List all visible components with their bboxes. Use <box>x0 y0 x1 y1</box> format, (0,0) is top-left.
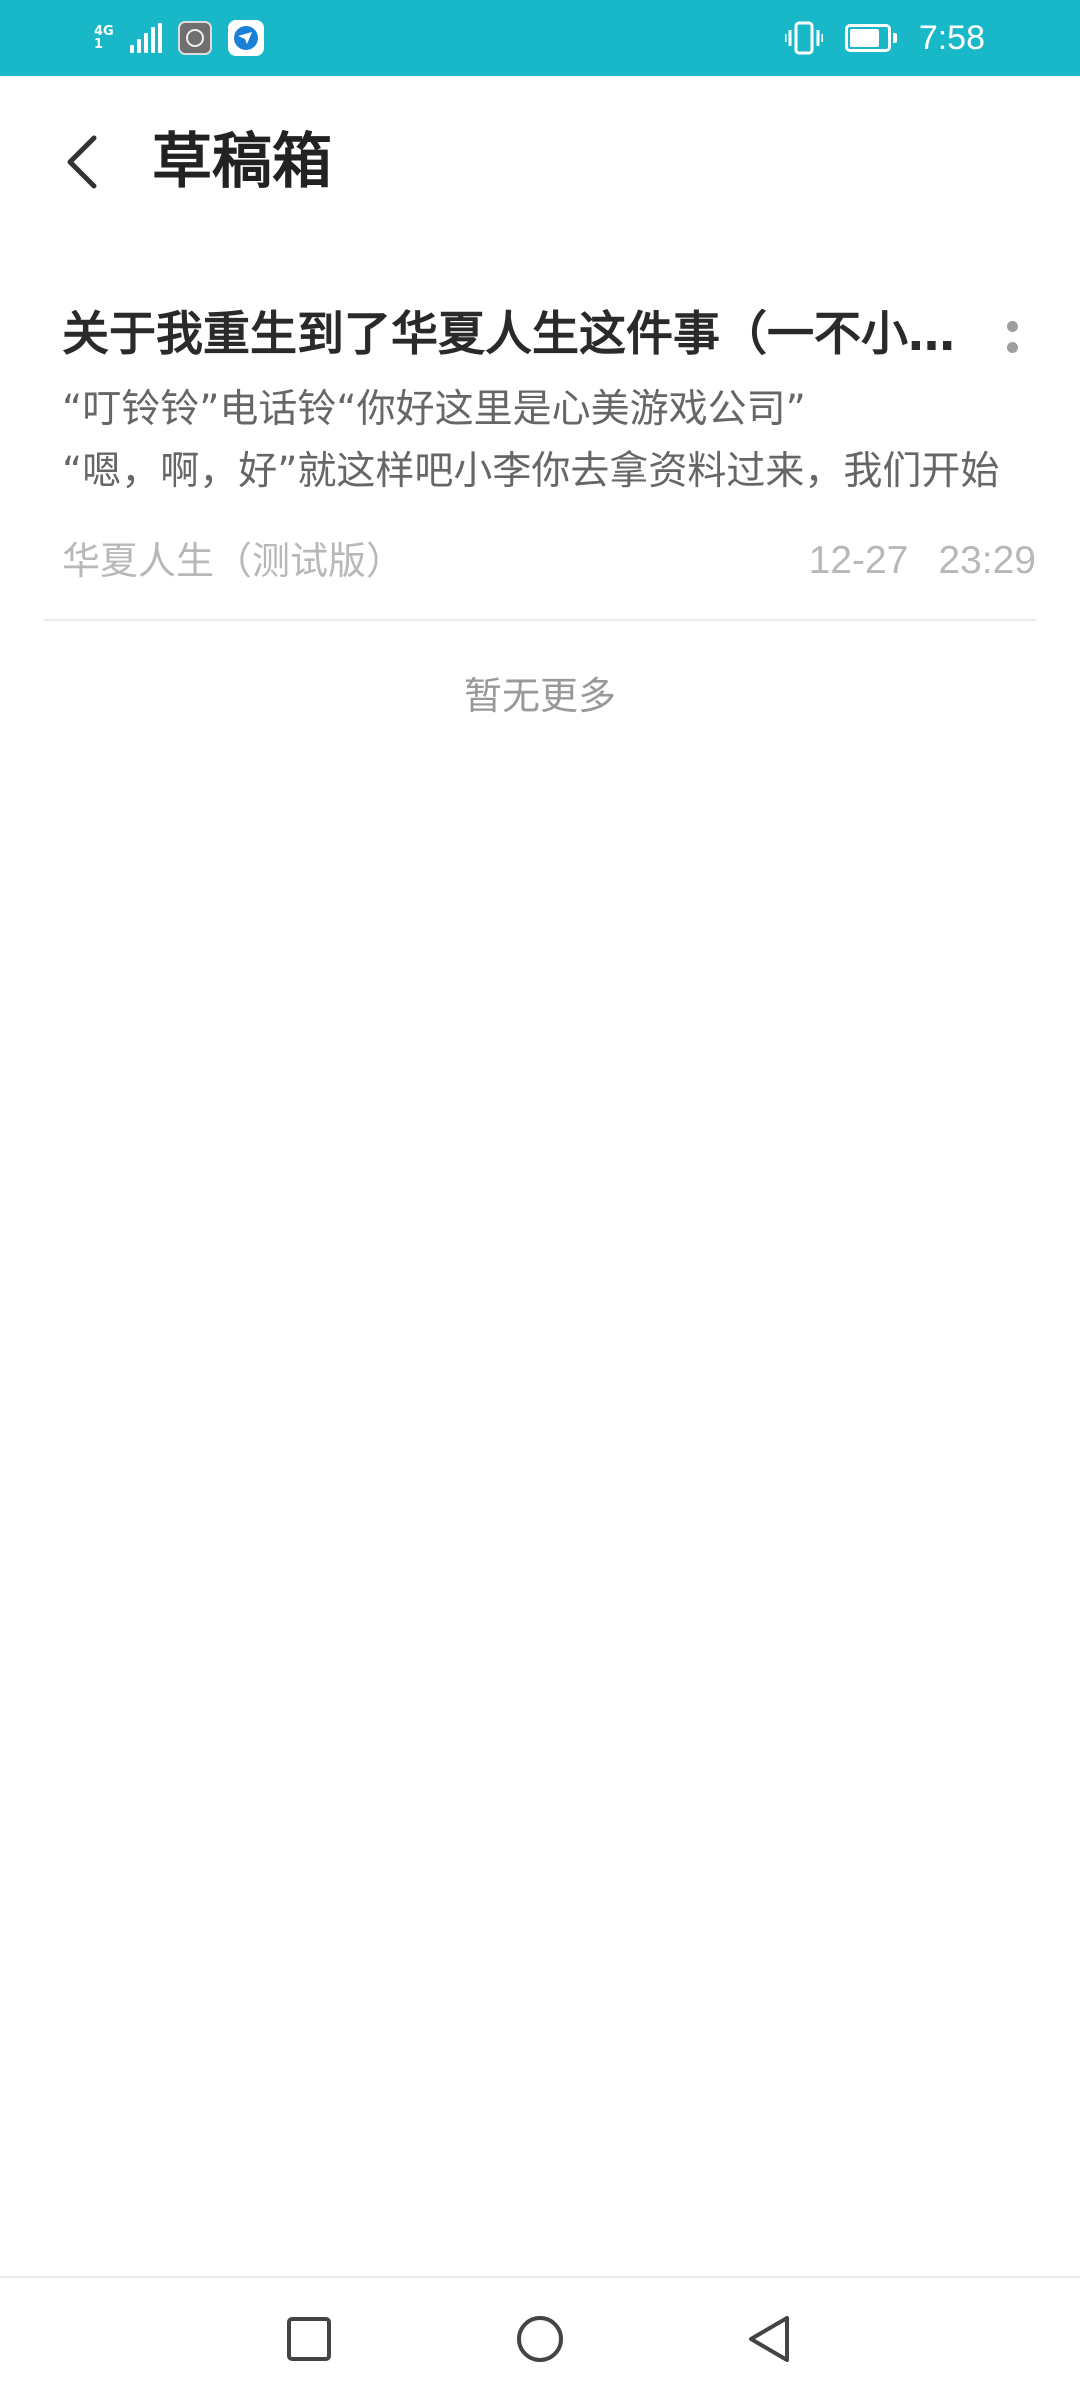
app-notification-icon <box>177 21 212 55</box>
draft-excerpt-line-2: “嗯，啊，好”就这样吧小李你去拿资料过来，我们开始 <box>62 449 1000 494</box>
draft-excerpt-line-1: “叮铃铃”电话铃“你好这里是心美游戏公司” <box>62 387 806 432</box>
more-options-button[interactable] <box>992 307 1032 367</box>
draft-timestamp: 12-27 23:29 <box>809 531 1036 591</box>
back-triangle-icon <box>749 2316 789 2362</box>
chevron-left-icon <box>67 135 97 189</box>
draft-time: 23:29 <box>938 539 1036 582</box>
draft-list-item[interactable]: 关于我重生到了华夏人生这件事（一不小心就出名了） “叮铃铃”电话铃“你好这里是心… <box>44 285 1036 621</box>
draft-excerpt: “叮铃铃”电话铃“你好这里是心美游戏公司” “嗯，啊，好”就这样吧小李你去拿资料… <box>62 379 1022 503</box>
network-type-sub: 1 <box>94 37 104 52</box>
network-type: 4G 1 <box>94 25 114 51</box>
back-button[interactable] <box>44 124 120 200</box>
battery-icon <box>844 24 897 52</box>
home-button[interactable] <box>505 2304 575 2374</box>
status-time: 7:58 <box>918 18 985 57</box>
recent-apps-button[interactable] <box>274 2304 344 2374</box>
home-icon <box>517 2316 563 2362</box>
signal-icon <box>129 23 162 53</box>
header: 草稿箱 <box>0 76 1080 256</box>
draft-title: 关于我重生到了华夏人生这件事（一不小心就出名了） <box>62 307 992 362</box>
status-right-group: 7:58 <box>784 14 985 62</box>
more-vertical-icon <box>1006 321 1018 332</box>
browser-notification-icon <box>227 20 264 56</box>
vibrate-icon <box>784 21 824 55</box>
draft-source: 华夏人生（测试版） <box>62 539 405 583</box>
nav-back-button[interactable] <box>734 2304 804 2374</box>
recent-apps-icon <box>287 2317 331 2361</box>
list-end-text: 暂无更多 <box>463 674 616 718</box>
battery-level <box>849 29 879 47</box>
page-title: 草稿箱 <box>152 127 332 197</box>
navigation-bar <box>0 2276 1080 2400</box>
status-bar: 4G 1 7:58 <box>0 0 1080 76</box>
draft-date: 12-27 <box>808 539 909 582</box>
more-vertical-icon-dot <box>1006 342 1018 353</box>
status-left-group: 4G 1 <box>94 18 264 58</box>
